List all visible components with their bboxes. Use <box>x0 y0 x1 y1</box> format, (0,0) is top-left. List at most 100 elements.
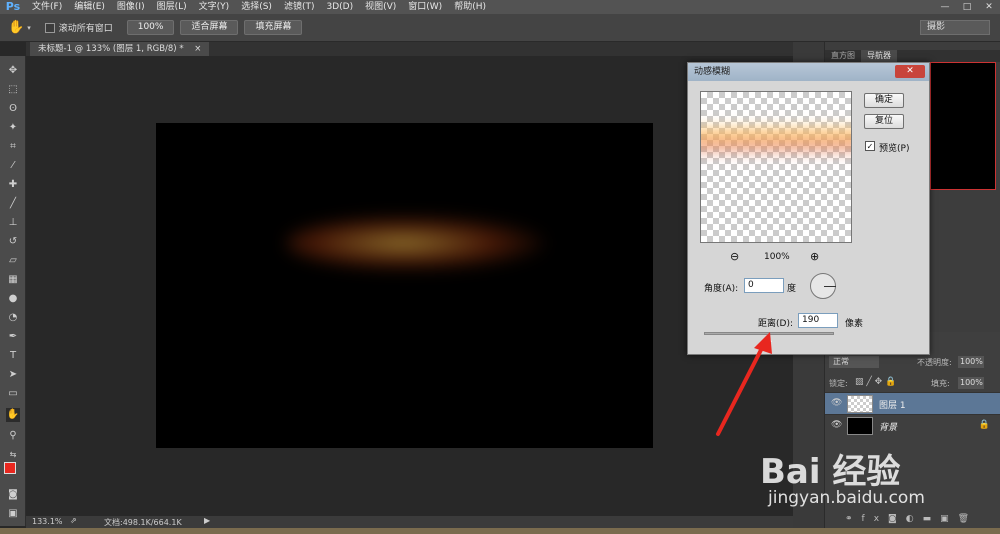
zoom-100-button[interactable]: 100% <box>126 20 175 35</box>
motion-blur-streak <box>286 215 546 271</box>
tab-histogram[interactable]: 直方图 <box>825 50 861 62</box>
canvas-area <box>26 56 793 516</box>
crop-tool-icon[interactable]: ⌗ <box>6 140 20 154</box>
ok-button[interactable]: 确定 <box>864 93 904 108</box>
angle-needle <box>824 286 836 287</box>
zoom-out-icon[interactable]: ⊖ <box>730 250 739 263</box>
os-taskbar <box>0 528 1000 534</box>
zoom-readout[interactable]: 133.1% <box>32 517 63 526</box>
lock-icons[interactable]: ▨ ╱ ✥ 🔒 <box>855 377 896 387</box>
filter-preview[interactable] <box>700 91 852 243</box>
menu-edit[interactable]: 编辑(E) <box>68 0 111 14</box>
tab-navigator[interactable]: 导航器 <box>861 50 897 62</box>
gradient-tool-icon[interactable]: ▦ <box>6 273 20 287</box>
fill-value[interactable]: 100% <box>958 377 984 389</box>
path-select-tool-icon[interactable]: ➤ <box>6 368 20 382</box>
preview-blur-streak <box>701 122 851 158</box>
close-icon[interactable]: × <box>194 44 201 54</box>
angle-dial[interactable] <box>810 273 836 299</box>
motion-blur-dialog: 动感模糊 ✕ ⊖ 100% ⊕ 确定 复位 ✓ 预览(P) 角度(A): 0 度… <box>687 62 930 355</box>
lasso-tool-icon[interactable]: ʘ <box>6 102 20 116</box>
document-tab-bar: 未标题-1 @ 133% (图层 1, RGB/8) * × <box>26 42 793 56</box>
stamp-tool-icon[interactable]: ⊥ <box>6 216 20 230</box>
opacity-label: 不透明度: <box>917 358 952 367</box>
close-window-button[interactable]: ✕ <box>978 0 1000 14</box>
menu-bar: Ps 文件(F) 编辑(E) 图像(I) 图层(L) 文字(Y) 选择(S) 滤… <box>0 0 1000 14</box>
dodge-tool-icon[interactable]: ◔ <box>6 311 20 325</box>
menu-layer[interactable]: 图层(L) <box>151 0 193 14</box>
eye-icon[interactable]: 👁 <box>831 420 842 430</box>
distance-unit: 像素 <box>845 319 864 329</box>
angle-label: 角度(A): <box>704 284 739 294</box>
eye-icon[interactable]: 👁 <box>831 398 842 408</box>
photoshop-logo: Ps <box>5 0 21 13</box>
doc-info: 文档:498.1K/664.1K <box>104 518 182 527</box>
angle-unit: 度 <box>787 284 797 294</box>
opacity-value[interactable]: 100% <box>958 356 984 368</box>
menu-3d[interactable]: 3D(D) <box>320 0 359 14</box>
navigator-thumbnail[interactable] <box>930 62 996 190</box>
layer-name: 背景 <box>879 423 898 433</box>
eyedropper-tool-icon[interactable]: ⁄ <box>6 159 20 173</box>
healing-brush-tool-icon[interactable]: ✚ <box>6 178 20 192</box>
annotation-arrow <box>716 332 772 436</box>
menu-window[interactable]: 窗口(W) <box>402 0 448 14</box>
blend-mode-select[interactable]: 正常 <box>829 356 879 368</box>
swap-colors-icon[interactable]: ⇆ <box>6 448 20 462</box>
layer-row-1[interactable]: 👁 图层 1 <box>825 392 1000 414</box>
distance-label: 距离(D): <box>758 319 793 329</box>
export-icon[interactable]: ⇗ <box>70 516 77 525</box>
menu-file[interactable]: 文件(F) <box>26 0 68 14</box>
document-tab[interactable]: 未标题-1 @ 133% (图层 1, RGB/8) * × <box>30 42 210 56</box>
zoom-in-icon[interactable]: ⊕ <box>810 250 819 263</box>
screen-mode-icon[interactable]: ▣ <box>6 507 20 521</box>
brush-tool-icon[interactable]: ╱ <box>6 197 20 211</box>
layer-thumbnail <box>847 395 873 413</box>
document-tab-title: 未标题-1 @ 133% (图层 1, RGB/8) * <box>38 44 184 54</box>
dialog-close-button[interactable]: ✕ <box>895 65 925 78</box>
document-canvas[interactable] <box>156 123 653 448</box>
eraser-tool-icon[interactable]: ▱ <box>6 254 20 268</box>
chevron-down-icon[interactable]: ▾ <box>27 24 31 32</box>
preview-label: 预览(P) <box>879 144 910 154</box>
dialog-title: 动感模糊 <box>694 67 731 77</box>
angle-input[interactable]: 0 <box>744 278 784 293</box>
marquee-tool-icon[interactable]: ⬚ <box>6 83 20 97</box>
menu-view[interactable]: 视图(V) <box>359 0 402 14</box>
layer-row-background[interactable]: 👁 背景 🔒 <box>825 414 1000 436</box>
workspace-select[interactable]: 摄影 <box>920 20 990 35</box>
dialog-title-bar[interactable]: 动感模糊 <box>688 63 929 81</box>
preview-checkbox[interactable]: ✓ <box>865 141 875 151</box>
scroll-all-label: 滚动所有窗口 <box>58 24 113 34</box>
fill-screen-button[interactable]: 填充屏幕 <box>244 20 303 35</box>
distance-input[interactable]: 190 <box>798 313 838 328</box>
quick-mask-icon[interactable]: ◙ <box>6 488 20 502</box>
pen-tool-icon[interactable]: ✒ <box>6 330 20 344</box>
layer-thumbnail <box>847 417 873 435</box>
shape-tool-icon[interactable]: ▭ <box>6 387 20 401</box>
history-brush-tool-icon[interactable]: ↺ <box>6 235 20 249</box>
hand-tool-icon[interactable]: ✋ <box>8 20 24 35</box>
menu-image[interactable]: 图像(I) <box>111 0 151 14</box>
menu-type[interactable]: 文字(Y) <box>193 0 236 14</box>
reset-button[interactable]: 复位 <box>864 114 904 129</box>
scroll-all-checkbox[interactable] <box>44 22 55 33</box>
quick-select-tool-icon[interactable]: ✦ <box>6 121 20 135</box>
type-tool-icon[interactable]: T <box>6 349 20 363</box>
status-bar: 133.1% ⇗ 文档:498.1K/664.1K ▶ <box>26 516 793 528</box>
menu-filter[interactable]: 滤镜(T) <box>278 0 321 14</box>
preview-zoom-percent: 100% <box>764 252 790 262</box>
move-tool-icon[interactable]: ✥ <box>6 64 20 78</box>
maximize-button[interactable]: □ <box>956 0 978 14</box>
zoom-tool-icon[interactable]: ⚲ <box>6 429 20 443</box>
foreground-color-swatch[interactable] <box>4 462 16 474</box>
blur-tool-icon[interactable]: ● <box>6 292 20 306</box>
layer-actions-bar: ⚭fx◙◐▬▣🗑 <box>845 514 979 524</box>
fit-screen-button[interactable]: 适合屏幕 <box>180 20 239 35</box>
menu-select[interactable]: 选择(S) <box>235 0 278 14</box>
tools-panel: ✥ ⬚ ʘ ✦ ⌗ ⁄ ✚ ╱ ⊥ ↺ ▱ ▦ ● ◔ ✒ T ➤ ▭ ✋ ⚲ … <box>0 56 26 526</box>
play-arrow-icon[interactable]: ▶ <box>204 516 210 525</box>
hand-tool-icon[interactable]: ✋ <box>6 408 20 422</box>
minimize-button[interactable]: — <box>934 0 956 14</box>
menu-help[interactable]: 帮助(H) <box>448 0 492 14</box>
